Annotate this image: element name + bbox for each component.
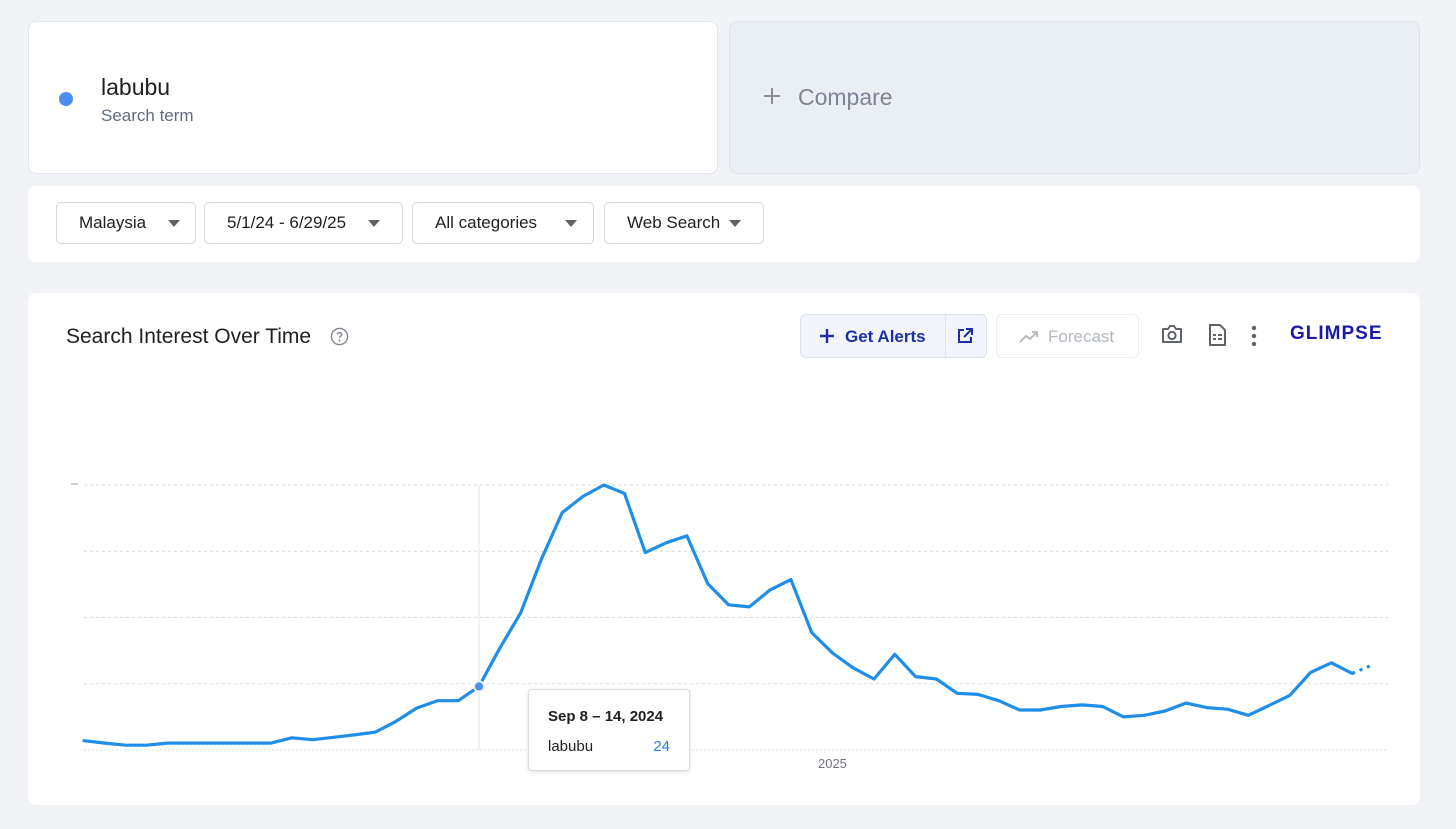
series-line-labubu [82, 483, 1354, 747]
compare-label: Compare [798, 84, 893, 110]
plus-icon [764, 88, 780, 104]
date-range-value: 5/1/24 - 6/29/25 [227, 213, 347, 232]
line-chart: 2025 [71, 483, 1388, 771]
chevron-down-icon [565, 220, 577, 227]
x-tick-label: 2025 [818, 756, 847, 771]
tooltip-value: 24 [653, 738, 670, 755]
tooltip-term: labubu [548, 738, 594, 755]
chevron-down-icon [729, 220, 741, 227]
term-color-dot [59, 92, 73, 106]
tooltip-date: Sep 8 – 14, 2024 [548, 708, 664, 725]
term-name: labubu [101, 74, 171, 100]
region-dropdown[interactable]: Malaysia [56, 202, 196, 244]
category-dropdown[interactable]: All categories [412, 202, 594, 244]
filter-bar: Malaysia 5/1/24 - 6/29/25 All categories… [28, 186, 1420, 262]
term-card[interactable]: labubu Search term [28, 21, 718, 174]
chart-tooltip: Sep 8 – 14, 2024 labubu 24 [528, 689, 690, 771]
search-type-value: Web Search [627, 213, 721, 232]
series-partial-segment [1351, 663, 1374, 675]
compare-button[interactable]: Compare [729, 21, 1420, 174]
term-type-label: Search term [101, 106, 194, 125]
chart-card: Search Interest Over Time Get Alerts For… [28, 293, 1420, 805]
search-type-dropdown[interactable]: Web Search [604, 202, 764, 244]
highlight-point [473, 680, 486, 693]
date-range-dropdown[interactable]: 5/1/24 - 6/29/25 [204, 202, 403, 244]
chevron-down-icon [368, 220, 380, 227]
category-value: All categories [435, 213, 538, 232]
region-value: Malaysia [79, 213, 147, 232]
chevron-down-icon [168, 220, 180, 227]
